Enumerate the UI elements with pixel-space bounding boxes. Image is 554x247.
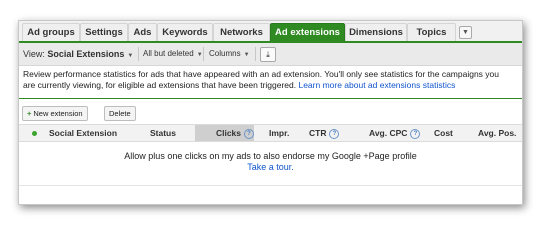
tab-networks[interactable]: Networks bbox=[213, 23, 270, 41]
chevron-down-icon: ▼ bbox=[196, 52, 203, 58]
new-extension-button[interactable]: + New extension bbox=[22, 106, 88, 121]
col-cost[interactable]: Cost bbox=[434, 125, 453, 141]
table-header: Social Extension Status Clicks? Impr. CT… bbox=[19, 124, 522, 142]
col-status[interactable]: Status bbox=[150, 125, 176, 141]
chevron-down-icon: ▼ bbox=[462, 29, 469, 36]
col-avg-pos[interactable]: Avg. Pos. bbox=[478, 125, 516, 141]
new-extension-label: New extension bbox=[33, 109, 83, 118]
empty-state: Allow plus one clicks on my ads to also … bbox=[19, 151, 522, 173]
help-icon[interactable]: ? bbox=[410, 129, 421, 139]
columns-dropdown[interactable]: Columns ▼ bbox=[209, 43, 250, 65]
view-label: View: bbox=[23, 49, 48, 59]
tab-dimensions[interactable]: Dimensions bbox=[345, 23, 407, 41]
tab-topics[interactable]: Topics bbox=[407, 23, 456, 41]
view-dropdown[interactable]: View: Social Extensions ▼ bbox=[23, 43, 133, 65]
more-tabs-button[interactable]: ▼ bbox=[459, 26, 472, 39]
toolbar-divider bbox=[255, 47, 256, 61]
filter-dropdown[interactable]: All but deleted ▼ bbox=[143, 43, 203, 65]
chevron-down-icon: ▼ bbox=[243, 52, 250, 58]
tab-ad-groups[interactable]: Ad groups bbox=[22, 23, 80, 41]
tab-ads[interactable]: Ads bbox=[128, 23, 157, 41]
columns-label: Columns bbox=[209, 49, 241, 58]
col-clicks-label: Clicks bbox=[215, 128, 241, 138]
col-ctr-label: CTR bbox=[309, 128, 327, 138]
learn-more-link[interactable]: Learn more about ad extensions statistic… bbox=[298, 80, 455, 90]
table-bottom-border bbox=[19, 185, 522, 186]
help-icon[interactable]: ? bbox=[244, 129, 254, 139]
toolbar: View: Social Extensions ▼ All but deleted… bbox=[19, 43, 522, 66]
chevron-down-icon: ▼ bbox=[127, 53, 134, 59]
col-avg-cpc[interactable]: Avg. CPC? bbox=[369, 125, 421, 141]
take-tour-link[interactable]: Take a tour. bbox=[247, 162, 294, 172]
col-clicks[interactable]: Clicks? bbox=[195, 125, 254, 141]
status-dot-icon bbox=[32, 131, 37, 136]
col-social-extension[interactable]: Social Extension bbox=[49, 125, 117, 141]
tab-settings[interactable]: Settings bbox=[80, 23, 128, 41]
filter-label: All but deleted bbox=[143, 49, 194, 58]
empty-message: Allow plus one clicks on my ads to also … bbox=[124, 151, 417, 161]
view-value: Social Extensions bbox=[47, 49, 125, 59]
delete-button[interactable]: Delete bbox=[104, 106, 136, 121]
col-avg-cpc-label: Avg. CPC bbox=[369, 128, 408, 138]
plus-icon: + bbox=[27, 109, 32, 118]
col-ctr[interactable]: CTR? bbox=[309, 125, 340, 141]
help-icon[interactable]: ? bbox=[329, 129, 340, 139]
ad-extensions-panel: Ad groups Settings Ads Keywords Networks… bbox=[18, 20, 523, 205]
tab-ad-extensions[interactable]: Ad extensions bbox=[270, 23, 345, 41]
tab-keywords[interactable]: Keywords bbox=[157, 23, 213, 41]
download-button[interactable]: ⤓ bbox=[260, 47, 276, 62]
toolbar-divider bbox=[138, 47, 139, 61]
col-impr[interactable]: Impr. bbox=[269, 125, 289, 141]
download-icon: ⤓ bbox=[266, 50, 270, 59]
info-message: Review performance statistics for ads th… bbox=[23, 69, 513, 91]
tab-bar: Ad groups Settings Ads Keywords Networks… bbox=[19, 21, 522, 42]
section-divider bbox=[19, 98, 522, 99]
toolbar-divider bbox=[203, 47, 204, 61]
